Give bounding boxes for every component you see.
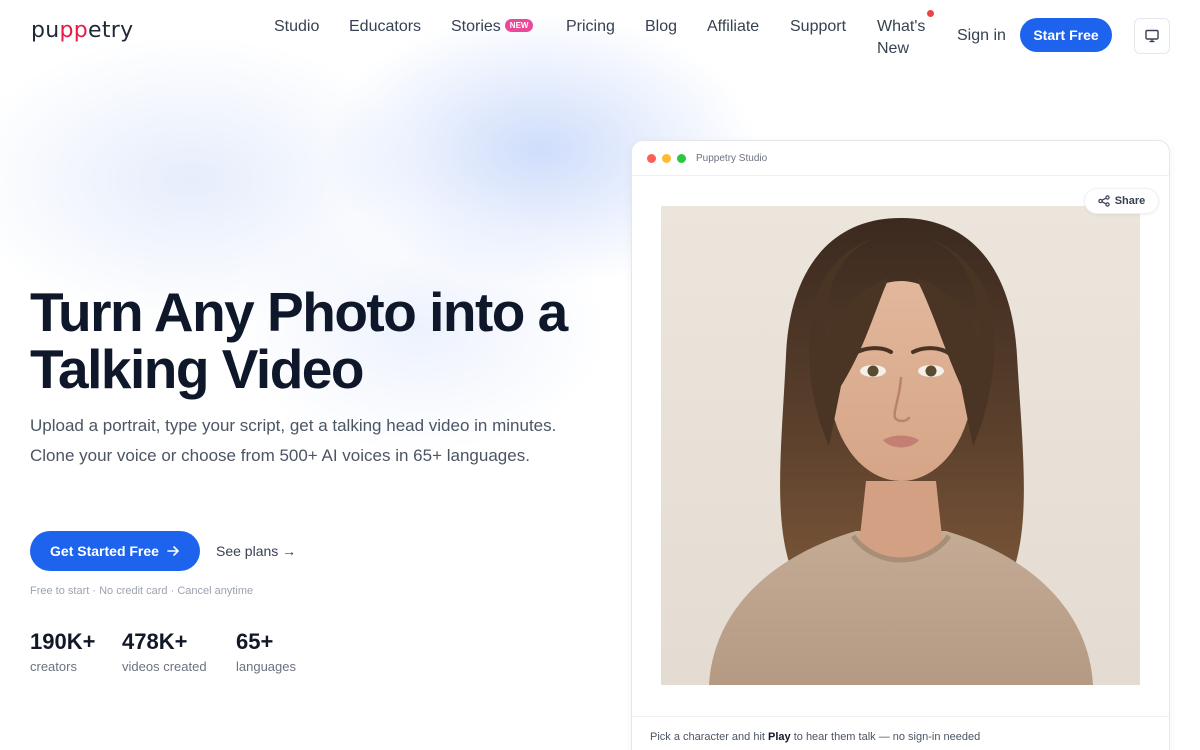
logo-text-start: pu (31, 18, 60, 43)
see-plans-link[interactable]: See plans → (216, 542, 296, 560)
nav-blog-link[interactable]: Blog (645, 16, 677, 38)
get-started-button[interactable]: Get Started Free (30, 531, 200, 571)
studio-hint: Pick a character and hit Play to hear th… (632, 716, 1169, 750)
stat-videos: 478K+ videos created (122, 628, 207, 677)
logo-text-accent: pp (59, 18, 89, 43)
hero-subtitle: Upload a portrait, type your script, get… (30, 416, 557, 465)
window-dot-red (647, 153, 656, 163)
logo-text-end: etry (88, 18, 134, 43)
portrait-illustration (661, 206, 1140, 685)
stat-label: languages (236, 659, 296, 674)
stat-languages: 65+ languages (236, 628, 296, 677)
nav-stories-label: Stories (451, 18, 501, 35)
share-label: Share (1114, 195, 1146, 207)
start-free-button[interactable]: Start Free (1020, 18, 1112, 52)
studio-title-bar: Puppetry Studio (632, 141, 1169, 176)
nav-studio-link[interactable]: Studio (274, 16, 319, 38)
new-badge: NEW (504, 19, 534, 32)
fine-print: Free to start · No credit card · Cancel … (30, 585, 254, 597)
character-portrait[interactable] (661, 206, 1140, 685)
puppetry-logo[interactable]: puppetry (31, 18, 133, 43)
share-button[interactable]: Share (1084, 188, 1159, 214)
window-dot-green (677, 153, 686, 163)
stat-value: 65+ (236, 629, 274, 654)
hint-play-word: Play (768, 731, 791, 743)
hint-text-start: Pick a character and hit (650, 731, 769, 743)
nav-support-link[interactable]: Support (790, 16, 846, 38)
share-icon (1098, 195, 1110, 207)
notification-dot (927, 10, 934, 17)
arrow-right-icon (167, 546, 179, 556)
get-started-label: Get Started Free (50, 543, 159, 559)
monitor-icon (1145, 29, 1159, 43)
nav-pricing-link[interactable]: Pricing (566, 16, 615, 38)
theme-toggle-button[interactable] (1134, 18, 1170, 54)
stat-creators: 190K+ creators (30, 628, 95, 677)
hero-title: Turn Any Photo into a Talking Video (30, 281, 568, 400)
nav-affiliate-link[interactable]: Affiliate (707, 16, 759, 38)
stat-value: 478K+ (122, 629, 188, 654)
nav-educators-link[interactable]: Educators (349, 16, 421, 38)
stat-value: 190K+ (30, 629, 96, 654)
nav-whats-new-link[interactable]: What's New (877, 16, 937, 60)
studio-window-title: Puppetry Studio (696, 152, 768, 164)
nav-stories-link[interactable]: Stories NEW (451, 16, 534, 38)
stat-label: creators (30, 659, 77, 674)
studio-preview-window: Puppetry Studio Share Pick a character a… (631, 140, 1170, 750)
stat-label: videos created (122, 659, 207, 674)
hint-text-end: to hear them talk — no sign-in needed (790, 731, 981, 743)
window-dot-yellow (662, 153, 671, 163)
sign-in-link[interactable]: Sign in (957, 25, 1006, 47)
